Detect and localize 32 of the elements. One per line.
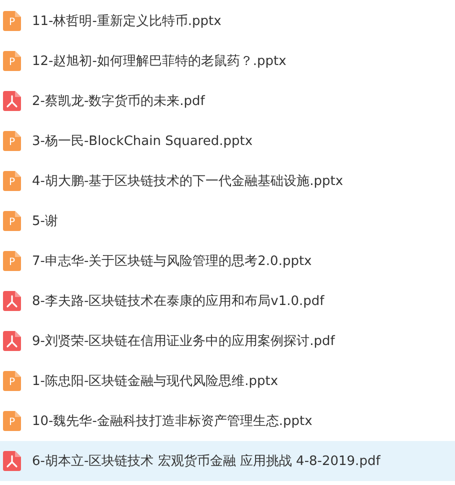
file-name: 9-刘贤荣-区块链在信用证业务中的应用案例探讨.pdf xyxy=(32,333,335,350)
file-name: 11-林哲明-重新定义比特币.pptx xyxy=(32,13,222,30)
presentation-file-icon: P xyxy=(3,211,21,231)
file-name: 1-陈忠阳-区块链金融与现代风险思维.pptx xyxy=(32,373,278,390)
file-name: 4-胡大鹏-基于区块链技术的下一代金融基础设施.pptx xyxy=(32,173,344,190)
file-name: 7-申志华-关于区块链与风险管理的思考2.0.pptx xyxy=(32,253,312,270)
presentation-file-icon: P xyxy=(3,171,21,191)
file-row[interactable]: P 1-陈忠阳-区块链金融与现代风险思维.pptx xyxy=(0,361,455,401)
file-row[interactable]: P 3-杨一民-BlockChain Squared.pptx xyxy=(0,121,455,161)
file-name: 6-胡本立-区块链技术 宏观货币金融 应用挑战 4-8-2019.pdf xyxy=(32,453,380,470)
file-name: 10-魏先华-金融科技打造非标资产管理生态.pptx xyxy=(32,413,312,430)
file-row[interactable]: 2-蔡凯龙-数字货币的未来.pdf xyxy=(0,81,455,121)
file-row[interactable]: 6-胡本立-区块链技术 宏观货币金融 应用挑战 4-8-2019.pdf xyxy=(0,441,455,481)
file-row[interactable]: P 4-胡大鹏-基于区块链技术的下一代金融基础设施.pptx xyxy=(0,161,455,201)
presentation-file-icon: P xyxy=(3,131,21,151)
presentation-file-icon: P xyxy=(3,51,21,71)
file-row[interactable]: 8-李夫路-区块链技术在泰康的应用和布局v1.0.pdf xyxy=(0,281,455,321)
presentation-file-icon: P xyxy=(3,371,21,391)
file-name: 12-赵旭初-如何理解巴菲特的老鼠药？.pptx xyxy=(32,53,286,70)
file-name: 8-李夫路-区块链技术在泰康的应用和布局v1.0.pdf xyxy=(32,293,324,310)
file-row[interactable]: P 10-魏先华-金融科技打造非标资产管理生态.pptx xyxy=(0,401,455,441)
file-name: 5-谢 xyxy=(32,213,58,230)
file-name: 3-杨一民-BlockChain Squared.pptx xyxy=(32,133,253,150)
file-row[interactable]: P 12-赵旭初-如何理解巴菲特的老鼠药？.pptx xyxy=(0,41,455,81)
file-row[interactable]: P 11-林哲明-重新定义比特币.pptx xyxy=(0,1,455,41)
file-row[interactable]: 9-刘贤荣-区块链在信用证业务中的应用案例探讨.pdf xyxy=(0,321,455,361)
presentation-file-icon: P xyxy=(3,11,21,31)
file-name: 2-蔡凯龙-数字货币的未来.pdf xyxy=(32,93,205,110)
file-row[interactable]: P 5-谢 xyxy=(0,201,455,241)
presentation-file-icon: P xyxy=(3,251,21,271)
presentation-file-icon: P xyxy=(3,411,21,431)
file-row[interactable]: P 7-申志华-关于区块链与风险管理的思考2.0.pptx xyxy=(0,241,455,281)
